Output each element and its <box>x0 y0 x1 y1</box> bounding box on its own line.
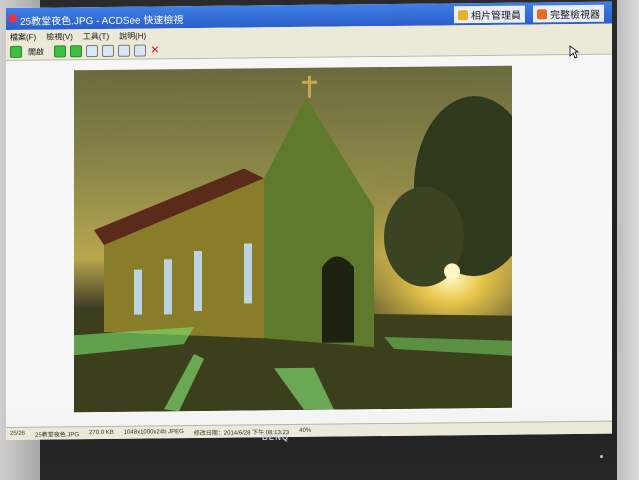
status-dimensions: 1048x1000x24b JPEG <box>123 429 184 436</box>
monitor-screen: 25教堂夜色.JPG - ACDSee 快速檢視 相片管理員 完整檢視器 檔案(… <box>6 1 612 441</box>
status-zoom: 40% <box>299 427 312 434</box>
menu-file[interactable]: 檔案(F) <box>10 31 36 42</box>
open-label[interactable]: 開啟 <box>28 46 44 57</box>
status-index: 25/26 <box>10 430 26 437</box>
full-viewer-label: 完整檢視器 <box>550 9 600 22</box>
status-size: 270.0 KB <box>89 429 114 437</box>
zoom-out-icon[interactable] <box>134 44 146 57</box>
photo-manager-label: 相片管理員 <box>471 10 521 23</box>
next-icon[interactable] <box>70 45 82 58</box>
menu-view[interactable]: 檢視(V) <box>46 31 73 42</box>
menu-tools[interactable]: 工具(T) <box>83 30 109 41</box>
zoom-in-icon[interactable] <box>118 44 130 57</box>
rotate-left-icon[interactable] <box>86 45 98 58</box>
top-right-buttons: 相片管理員 完整檢視器 <box>454 4 604 24</box>
church-night-scene <box>74 65 512 413</box>
folder-icon <box>458 9 468 20</box>
wall-right <box>617 0 639 480</box>
delete-icon[interactable]: ✕ <box>150 43 160 56</box>
monitor-brand-logo: BENQ <box>262 433 290 442</box>
church-photo <box>74 65 512 413</box>
photo-manager-button[interactable]: 相片管理員 <box>454 5 525 24</box>
full-viewer-button[interactable]: 完整檢視器 <box>533 4 604 23</box>
viewer-icon <box>537 8 547 19</box>
power-led <box>600 455 603 458</box>
rotate-right-icon[interactable] <box>102 44 114 57</box>
mouse-cursor-icon <box>569 45 579 59</box>
prev-icon[interactable] <box>54 45 66 58</box>
menu-help[interactable]: 說明(H) <box>119 30 146 41</box>
image-viewport[interactable] <box>6 54 612 416</box>
open-icon[interactable] <box>10 45 22 58</box>
status-filename: 25教堂夜色.JPG <box>35 431 80 439</box>
app-icon <box>9 13 17 22</box>
window-title: 25教堂夜色.JPG - ACDSee 快速檢視 <box>20 15 184 28</box>
